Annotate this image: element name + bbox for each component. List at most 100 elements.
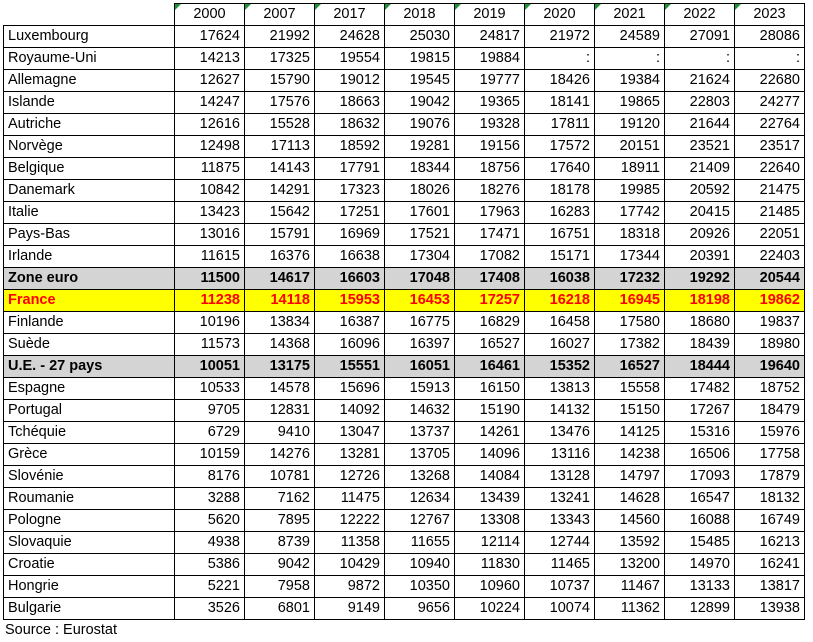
year-header[interactable]: 2007 (244, 3, 315, 26)
value-cell[interactable]: : (524, 47, 595, 70)
value-cell[interactable]: 12627 (174, 69, 245, 92)
value-cell[interactable]: 11655 (384, 531, 455, 554)
value-cell[interactable]: 16638 (314, 245, 385, 268)
value-cell[interactable]: 12744 (524, 531, 595, 554)
value-cell[interactable]: 6801 (244, 597, 315, 620)
value-cell[interactable]: 19012 (314, 69, 385, 92)
value-cell[interactable]: 16241 (734, 553, 805, 576)
value-cell[interactable]: 16051 (384, 355, 455, 378)
value-cell[interactable]: 18026 (384, 179, 455, 202)
value-cell[interactable]: 14797 (594, 465, 665, 488)
value-cell[interactable]: 18756 (454, 157, 525, 180)
value-cell[interactable]: 16751 (524, 223, 595, 246)
value-cell[interactable]: 17601 (384, 201, 455, 224)
value-cell[interactable]: 3526 (174, 597, 245, 620)
value-cell[interactable]: 23517 (734, 135, 805, 158)
value-cell[interactable]: 21644 (664, 113, 735, 136)
value-cell[interactable]: 17879 (734, 465, 805, 488)
value-cell[interactable]: 14213 (174, 47, 245, 70)
value-cell[interactable]: 12767 (384, 509, 455, 532)
value-cell[interactable]: 28086 (734, 25, 805, 48)
country-label-cell[interactable]: Suède (3, 333, 175, 356)
value-cell[interactable]: 14247 (174, 91, 245, 114)
value-cell[interactable]: 13834 (244, 311, 315, 334)
value-cell[interactable]: 9149 (314, 597, 385, 620)
country-label-cell[interactable]: Slovénie (3, 465, 175, 488)
value-cell[interactable]: 19777 (454, 69, 525, 92)
value-cell[interactable]: 14276 (244, 443, 315, 466)
country-label-cell[interactable]: Hongrie (3, 575, 175, 598)
value-cell[interactable]: 20391 (664, 245, 735, 268)
value-cell[interactable]: 14970 (664, 553, 735, 576)
value-cell[interactable]: 13592 (594, 531, 665, 554)
value-cell[interactable]: 13737 (384, 421, 455, 444)
value-cell[interactable]: 21475 (734, 179, 805, 202)
value-cell[interactable]: 7958 (244, 575, 315, 598)
value-cell[interactable]: 21992 (244, 25, 315, 48)
value-cell[interactable]: : (734, 47, 805, 70)
value-cell[interactable]: 18132 (734, 487, 805, 510)
country-label-cell[interactable]: Tchéquie (3, 421, 175, 444)
value-cell[interactable]: 17572 (524, 135, 595, 158)
value-cell[interactable]: 16376 (244, 245, 315, 268)
value-cell[interactable]: 5620 (174, 509, 245, 532)
value-cell[interactable]: 10350 (384, 575, 455, 598)
value-cell[interactable]: : (594, 47, 665, 70)
value-cell[interactable]: 15150 (594, 399, 665, 422)
value-cell[interactable]: 13308 (454, 509, 525, 532)
value-cell[interactable]: 13016 (174, 223, 245, 246)
value-cell[interactable]: 24589 (594, 25, 665, 48)
value-cell[interactable]: 13423 (174, 201, 245, 224)
value-cell[interactable]: 16775 (384, 311, 455, 334)
value-cell[interactable]: 18752 (734, 377, 805, 400)
value-cell[interactable]: 10781 (244, 465, 315, 488)
value-cell[interactable]: 17232 (594, 267, 665, 290)
value-cell[interactable]: 13476 (524, 421, 595, 444)
country-label-cell[interactable]: Roumanie (3, 487, 175, 510)
value-cell[interactable]: 18911 (594, 157, 665, 180)
value-cell[interactable]: 11830 (454, 553, 525, 576)
value-cell[interactable]: 17251 (314, 201, 385, 224)
value-cell[interactable]: 14632 (384, 399, 455, 422)
value-cell[interactable]: 19837 (734, 311, 805, 334)
value-cell[interactable]: 15190 (454, 399, 525, 422)
value-cell[interactable]: 12222 (314, 509, 385, 532)
value-cell[interactable]: 16547 (664, 487, 735, 510)
value-cell[interactable]: 10842 (174, 179, 245, 202)
country-label-cell[interactable]: Islande (3, 91, 175, 114)
value-cell[interactable]: 13817 (734, 575, 805, 598)
value-cell[interactable]: 27091 (664, 25, 735, 48)
value-cell[interactable]: 13439 (454, 487, 525, 510)
value-cell[interactable]: 3288 (174, 487, 245, 510)
value-cell[interactable]: 16088 (664, 509, 735, 532)
value-cell[interactable]: 10960 (454, 575, 525, 598)
value-cell[interactable]: 14578 (244, 377, 315, 400)
value-cell[interactable]: 24817 (454, 25, 525, 48)
value-cell[interactable]: 19384 (594, 69, 665, 92)
value-cell[interactable]: 16603 (314, 267, 385, 290)
value-cell[interactable]: 9410 (244, 421, 315, 444)
value-cell[interactable]: 15953 (314, 289, 385, 312)
value-cell[interactable]: 17093 (664, 465, 735, 488)
value-cell[interactable]: 16283 (524, 201, 595, 224)
country-label-cell[interactable]: U.E. - 27 pays (3, 355, 175, 378)
value-cell[interactable]: 18178 (524, 179, 595, 202)
value-cell[interactable]: 19884 (454, 47, 525, 70)
value-cell[interactable]: 19328 (454, 113, 525, 136)
value-cell[interactable]: 16027 (524, 333, 595, 356)
value-cell[interactable]: 12726 (314, 465, 385, 488)
value-cell[interactable]: 16749 (734, 509, 805, 532)
value-cell[interactable]: 15696 (314, 377, 385, 400)
year-header[interactable]: 2017 (314, 3, 385, 26)
value-cell[interactable]: 10737 (524, 575, 595, 598)
value-cell[interactable]: 13047 (314, 421, 385, 444)
value-cell[interactable]: 14118 (244, 289, 315, 312)
value-cell[interactable]: 17624 (174, 25, 245, 48)
value-cell[interactable]: 15551 (314, 355, 385, 378)
value-cell[interactable]: 15913 (384, 377, 455, 400)
value-cell[interactable]: 12616 (174, 113, 245, 136)
value-cell[interactable]: 20592 (664, 179, 735, 202)
value-cell[interactable]: 17963 (454, 201, 525, 224)
year-header[interactable]: 2022 (664, 3, 735, 26)
value-cell[interactable]: 19865 (594, 91, 665, 114)
